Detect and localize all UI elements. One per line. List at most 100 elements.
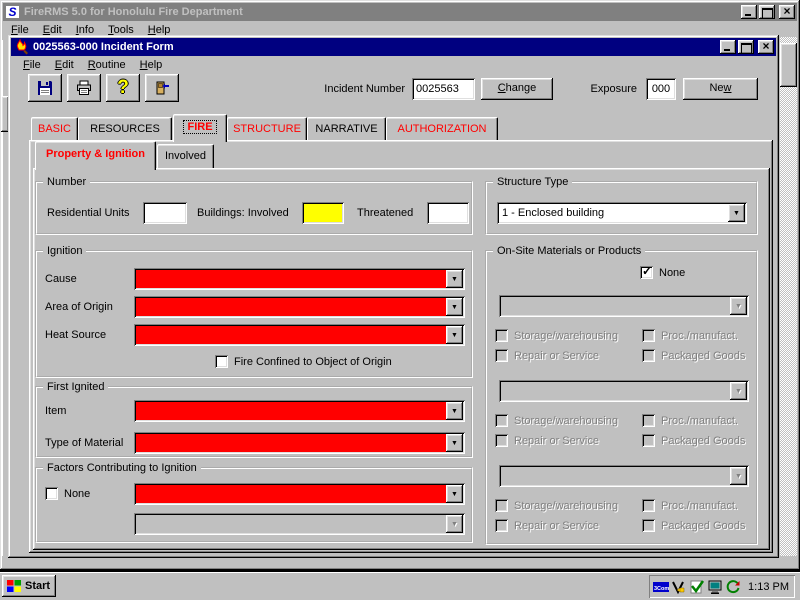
help-button[interactable]: ? xyxy=(106,74,140,102)
form-maximize-button[interactable] xyxy=(738,40,754,54)
tab-structure[interactable]: STRUCTURE xyxy=(227,117,307,140)
material-3-proc-label: Proc./manufact. xyxy=(661,499,738,513)
incident-form-window: 0025563-000 Incident Form File Edit Rout… xyxy=(8,35,779,558)
main-window-titlebar[interactable]: S FireRMS 5.0 for Honolulu Fire Departme… xyxy=(3,3,797,21)
dropdown-arrow-icon xyxy=(730,467,747,485)
incident-form-titlebar[interactable]: 0025563-000 Incident Form xyxy=(11,38,776,56)
factor-combobox[interactable] xyxy=(134,483,465,505)
dropdown-arrow-icon[interactable] xyxy=(446,485,463,503)
material-2-packaged-checkbox xyxy=(642,434,655,447)
subtab-property-ignition[interactable]: Property & Ignition xyxy=(35,141,156,170)
material-3-packaged-checkbox xyxy=(642,519,655,532)
dropdown-arrow-icon xyxy=(446,515,463,533)
material-1-proc-checkbox xyxy=(642,329,655,342)
item-combobox[interactable] xyxy=(134,400,465,422)
fire-confined-label[interactable]: Fire Confined to Object of Origin xyxy=(234,355,392,369)
form-menu-edit[interactable]: Edit xyxy=(48,57,81,74)
tray-icon-display[interactable] xyxy=(707,579,723,595)
tab-narrative-label: NARRATIVE xyxy=(315,123,377,135)
exposure-field[interactable]: 000 xyxy=(646,78,676,100)
incident-number-value: 0025563 xyxy=(416,83,459,95)
tab-basic-label: BASIC xyxy=(38,123,71,135)
scrollbar-thumb[interactable] xyxy=(780,43,797,87)
factors-group: Factors Contributing to Ignition None xyxy=(35,467,473,543)
tray-icon-virusscan[interactable] xyxy=(689,579,705,595)
material-2-storage-label: Storage/warehousing xyxy=(514,414,618,428)
dropdown-arrow-icon[interactable] xyxy=(446,434,463,452)
material-1-storage-label: Storage/warehousing xyxy=(514,329,618,343)
main-close-button[interactable] xyxy=(779,5,795,19)
material-2-repair-checkbox xyxy=(495,434,508,447)
tab-resources[interactable]: RESOURCES xyxy=(78,117,172,140)
start-label: Start xyxy=(25,580,50,592)
factors-none-label[interactable]: None xyxy=(64,487,90,501)
tab-authorization[interactable]: AUTHORIZATION xyxy=(386,117,498,140)
save-button[interactable] xyxy=(28,74,62,102)
dropdown-arrow-icon[interactable] xyxy=(446,270,463,288)
main-maximize-button[interactable] xyxy=(759,5,775,19)
buildings-involved-label: Buildings: Involved xyxy=(197,202,289,224)
material-3-storage-label: Storage/warehousing xyxy=(514,499,618,513)
save-floppy-icon xyxy=(37,80,53,96)
incident-form-title: 0025563-000 Incident Form xyxy=(33,41,174,53)
form-menu-routine[interactable]: Routine xyxy=(81,57,133,74)
material-1-repair-checkbox xyxy=(495,349,508,362)
tab-authorization-label: AUTHORIZATION xyxy=(397,123,486,135)
tab-resources-label: RESOURCES xyxy=(90,123,160,135)
tab-basic[interactable]: BASIC xyxy=(31,117,78,140)
material-3-packaged-label: Packaged Goods xyxy=(661,519,745,533)
material-1-proc-label: Proc./manufact. xyxy=(661,329,738,343)
exit-button[interactable] xyxy=(145,74,179,102)
incident-number-field[interactable]: 0025563 xyxy=(412,78,475,100)
dropdown-arrow-icon[interactable] xyxy=(446,326,463,344)
fire-confined-checkbox[interactable] xyxy=(215,355,228,368)
material-2-proc-label: Proc./manufact. xyxy=(661,414,738,428)
dropdown-arrow-icon[interactable] xyxy=(446,402,463,420)
subtab-involved-label: Involved xyxy=(165,150,206,162)
onsite-none-label[interactable]: None xyxy=(659,266,685,280)
tab-fire[interactable]: FIRE xyxy=(173,114,227,142)
dropdown-arrow-icon[interactable] xyxy=(728,204,745,222)
tab-structure-label: STRUCTURE xyxy=(233,123,301,135)
subtab-involved[interactable]: Involved xyxy=(157,144,214,168)
firerms-app-icon: S xyxy=(5,5,20,19)
factors-none-checkbox[interactable] xyxy=(45,487,58,500)
first-ignited-group: First Ignited Item Type of Material xyxy=(35,386,473,458)
residential-units-field[interactable] xyxy=(143,202,187,224)
material-3-combobox xyxy=(499,465,749,487)
factors-group-title: Factors Contributing to Ignition xyxy=(43,461,201,475)
system-tray: 3Com 1:13 PM xyxy=(649,575,795,598)
tab-narrative[interactable]: NARRATIVE xyxy=(307,117,386,140)
material-3-storage-checkbox xyxy=(495,499,508,512)
cause-combobox[interactable] xyxy=(134,268,465,290)
change-button-key: C xyxy=(498,82,506,94)
form-menu-help[interactable]: Help xyxy=(133,57,170,74)
taskbar: Start Inbox - Microsoft Outlook S FireRM… xyxy=(0,572,800,600)
form-menu-file[interactable]: File xyxy=(16,57,48,74)
form-menubar: File Edit Routine Help xyxy=(16,57,169,74)
tray-icon-sync[interactable] xyxy=(725,579,741,595)
form-minimize-button[interactable] xyxy=(720,40,736,54)
change-button[interactable]: Change xyxy=(481,78,553,100)
form-close-button[interactable] xyxy=(758,40,774,54)
structure-type-combobox[interactable]: 1 - Enclosed building xyxy=(497,202,747,224)
main-minimize-button[interactable] xyxy=(741,5,757,19)
heat-source-combobox[interactable] xyxy=(134,324,465,346)
material-2-packaged-label: Packaged Goods xyxy=(661,434,745,448)
print-button[interactable] xyxy=(67,74,101,102)
printer-icon xyxy=(76,80,92,96)
buildings-involved-field[interactable] xyxy=(302,202,344,224)
area-of-origin-combobox[interactable] xyxy=(134,296,465,318)
start-button[interactable]: Start xyxy=(2,575,56,597)
threatened-field[interactable] xyxy=(427,202,469,224)
type-of-material-label: Type of Material xyxy=(45,432,123,454)
onsite-none-checkbox[interactable] xyxy=(640,266,653,279)
main-vertical-scrollbar[interactable] xyxy=(780,37,797,556)
material-1-combobox xyxy=(499,295,749,317)
tray-icon-3com[interactable]: 3Com xyxy=(653,579,669,595)
new-button[interactable]: New xyxy=(683,78,758,100)
tray-icon-volume[interactable] xyxy=(671,579,687,595)
dropdown-arrow-icon[interactable] xyxy=(446,298,463,316)
type-of-material-combobox[interactable] xyxy=(134,432,465,454)
number-group-title: Number xyxy=(43,175,90,189)
